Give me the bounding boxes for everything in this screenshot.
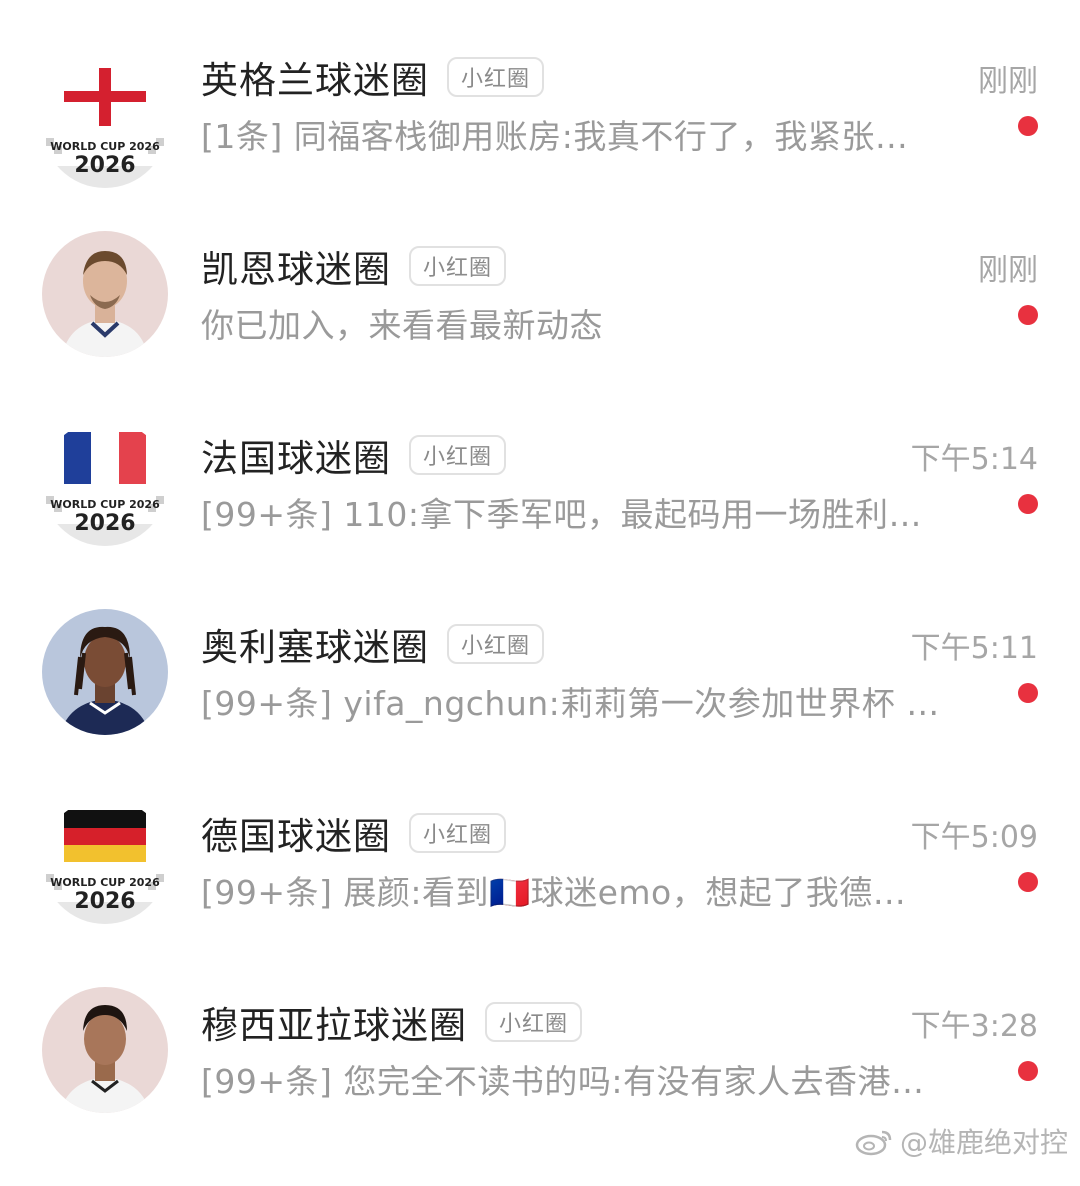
avatar-germany-worldcup: WORLD CUP 2026 2026 xyxy=(42,798,168,924)
unread-dot xyxy=(1018,1061,1038,1081)
watermark-text: @雄鹿绝对控 xyxy=(899,1126,1068,1159)
circle-badge: 小红圈 xyxy=(409,246,507,286)
conversation-preview: [99+条] 您完全不读书的吗:有没有家人去香港… xyxy=(201,1062,925,1101)
conversation-title: 德国球迷圈 xyxy=(201,815,391,858)
conversation-title: 英格兰球迷圈 xyxy=(201,59,429,102)
unread-dot xyxy=(1018,683,1038,703)
circle-badge: 小红圈 xyxy=(447,624,545,664)
conversation-time: 刚刚 xyxy=(978,253,1038,288)
unread-dot xyxy=(1018,116,1038,136)
conversation-title: 穆西亚拉球迷圈 xyxy=(201,1004,467,1047)
conversation-row-germany[interactable]: WORLD CUP 2026 2026 德国球迷圈 小红圈 下午5:09 [99… xyxy=(0,798,1080,997)
conversation-row-kane[interactable]: 凯恩球迷圈 小红圈 刚刚 你已加入，来看看最新动态 xyxy=(0,231,1080,430)
conversation-time: 下午5:09 xyxy=(910,820,1038,855)
player-photo-icon xyxy=(42,231,168,357)
conversation-title: 奥利塞球迷圈 xyxy=(201,626,429,669)
conversation-preview: [99+条] 展颜:看到🇫🇷球迷emo，想起了我德… xyxy=(201,873,907,912)
conversation-time: 下午3:28 xyxy=(910,1009,1038,1044)
avatar-france-worldcup: WORLD CUP 2026 2026 xyxy=(42,420,168,546)
germany-flag-icon: WORLD CUP 2026 2026 xyxy=(42,798,168,924)
avatar-england-worldcup: WORLD CUP 2026 2026 xyxy=(42,62,168,188)
conversation-row-olise[interactable]: 奥利塞球迷圈 小红圈 下午5:11 [99+条] yifa_ngchun:莉莉第… xyxy=(0,609,1080,808)
avatar-text: WORLD CUP 2026 xyxy=(50,140,160,153)
player-photo-icon xyxy=(42,609,168,735)
avatar-player-musiala xyxy=(42,987,168,1113)
unread-dot xyxy=(1018,494,1038,514)
avatar-player-kane xyxy=(42,231,168,357)
unread-dot xyxy=(1018,872,1038,892)
svg-text:2026: 2026 xyxy=(74,889,135,914)
weibo-logo-icon xyxy=(855,1130,892,1156)
circle-badge: 小红圈 xyxy=(447,57,545,97)
conversation-preview: [99+条] 110:拿下季军吧，最起码用一场胜利… xyxy=(201,495,922,534)
england-flag-icon: WORLD CUP 2026 2026 xyxy=(42,62,168,188)
svg-text:2026: 2026 xyxy=(74,511,135,536)
conversation-preview: [1条] 同福客栈御用账房:我真不行了，我紧张… xyxy=(201,117,909,156)
conversation-time: 下午5:14 xyxy=(910,442,1038,477)
avatar-text: WORLD CUP 2026 xyxy=(50,876,160,889)
conversation-title: 凯恩球迷圈 xyxy=(201,248,391,291)
conversation-time: 刚刚 xyxy=(978,64,1038,99)
conversation-preview: [99+条] yifa_ngchun:莉莉第一次参加世界杯 … xyxy=(201,684,940,723)
france-flag-icon: WORLD CUP 2026 2026 xyxy=(42,420,168,546)
conversation-row-england[interactable]: WORLD CUP 2026 2026 英格兰球迷圈 小红圈 刚刚 [1条] 同… xyxy=(0,52,1080,241)
avatar-text: WORLD CUP 2026 xyxy=(50,498,160,511)
conversation-title: 法国球迷圈 xyxy=(201,437,391,480)
avatar-player-olise xyxy=(42,609,168,735)
conversation-time: 下午5:11 xyxy=(910,631,1038,666)
circle-badge: 小红圈 xyxy=(409,435,507,475)
weibo-watermark: @雄鹿绝对控 xyxy=(854,1121,1068,1161)
unread-dot xyxy=(1018,305,1038,325)
player-photo-icon xyxy=(42,987,168,1113)
conversation-row-france[interactable]: WORLD CUP 2026 2026 法国球迷圈 小红圈 下午5:14 [99… xyxy=(0,420,1080,619)
circle-badge: 小红圈 xyxy=(485,1002,583,1042)
svg-text:2026: 2026 xyxy=(74,153,135,178)
circle-badge: 小红圈 xyxy=(409,813,507,853)
conversation-preview: 你已加入，来看看最新动态 xyxy=(201,306,603,345)
